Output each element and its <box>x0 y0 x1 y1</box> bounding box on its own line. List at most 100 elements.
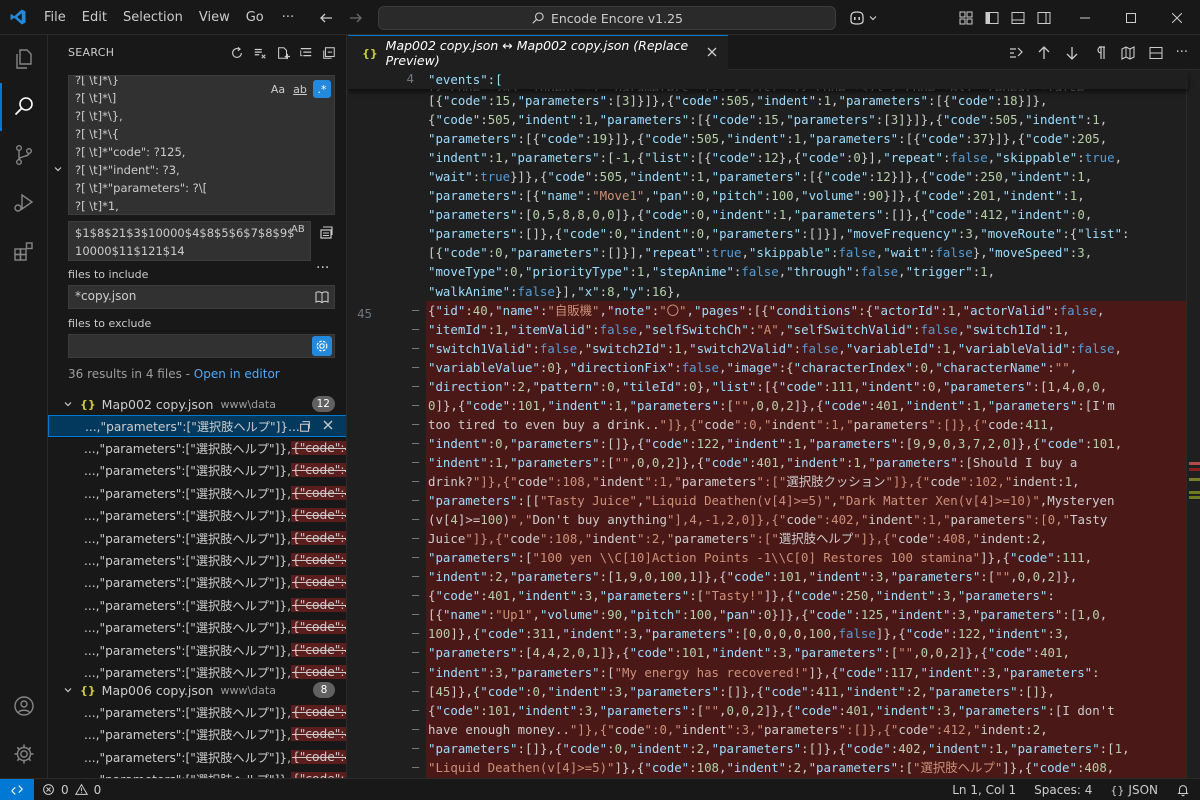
editor-tab[interactable]: {} Map002 copy.json ↔ Map002 copy.json (… <box>348 35 728 70</box>
regex-toggle[interactable]: .* <box>313 80 331 98</box>
match-row[interactable]: ...,"parameters":["選択肢ヘルプ"]},{"code":4..… <box>48 701 346 723</box>
removed-line-marker: — <box>412 302 420 317</box>
clear-results-icon[interactable] <box>253 46 267 60</box>
match-deleted-text: {"code":4... <box>290 530 346 545</box>
account-icon[interactable] <box>0 682 48 730</box>
menu-file[interactable]: File <box>36 0 74 35</box>
match-text: ...,"parameters":["選択肢ヘルプ"]}, <box>84 464 291 479</box>
maximize-button[interactable] <box>1108 0 1154 35</box>
match-row[interactable]: ...,"parameters":["選択肢ヘルプ"]},{"code":4..… <box>48 482 346 504</box>
match-row[interactable]: ...,"parameters":["選択肢ヘルプ"]},{"code":4..… <box>48 594 346 616</box>
open-file-map-icon[interactable] <box>1120 45 1136 61</box>
toggle-replace-chevron-icon[interactable] <box>52 163 64 175</box>
result-file-row[interactable]: {} Map002 copy.json www\data 12 <box>48 393 346 415</box>
command-center[interactable]: Encode Encore v1.25 <box>378 6 836 30</box>
match-text: ...,"parameters":["選択肢ヘルプ"]}, <box>84 598 291 613</box>
extensions-icon[interactable] <box>0 227 48 275</box>
chevron-down-icon[interactable] <box>868 13 878 23</box>
remote-indicator-icon[interactable] <box>0 778 34 800</box>
toggle-search-details-button[interactable]: ··· <box>316 260 329 276</box>
files-to-include-input[interactable]: *copy.json <box>68 285 335 309</box>
use-exclude-settings-icon[interactable] <box>312 336 332 356</box>
match-row[interactable]: ...,"parameters":["選択肢ヘルプ"]},{"code":4..… <box>48 549 346 571</box>
forward-arrow-icon[interactable] <box>348 10 364 26</box>
language-icon[interactable]: {} JSON <box>1110 783 1158 797</box>
show-whitespace-icon[interactable] <box>1092 45 1108 61</box>
match-row[interactable]: ...,"parameters":["選択肢ヘルプ"]},{"code":4..… <box>48 571 346 593</box>
search-icon[interactable] <box>0 83 48 131</box>
notifications-bell-icon[interactable] <box>1176 783 1190 797</box>
match-deleted-text: {"code":4... <box>290 553 346 567</box>
indentation-status[interactable]: Spaces: 4 <box>1034 783 1092 797</box>
diff-editor[interactable]: 4 "events":[ [{"code":205,"indent":1,"pa… <box>348 70 1200 778</box>
menu-edit[interactable]: Edit <box>74 0 115 35</box>
open-in-editor-link[interactable]: Open in editor <box>194 367 280 381</box>
inline-view-icon[interactable] <box>1008 45 1024 61</box>
minimize-button[interactable] <box>1062 0 1108 35</box>
match-row[interactable]: ...,"parameters":["選択肢ヘルプ"]},{"code":4..… <box>48 504 346 526</box>
replace-icon[interactable] <box>298 419 312 433</box>
previous-change-arrow-icon[interactable] <box>1036 45 1052 61</box>
match-row[interactable]: ...,"parameters":["選択肢ヘルプ"]},{"code":4..… <box>48 527 346 549</box>
match-text: ...,"parameters":["選択肢ヘルプ"]}, <box>84 486 291 501</box>
source-control-icon[interactable] <box>0 131 48 179</box>
result-file-row[interactable]: {} Map006 copy.json www\data 8 <box>48 679 346 701</box>
replace-input[interactable]: $1$8$21$3$10000$4$8$5$6$7$8$9$ 10000$11$… <box>68 221 311 261</box>
match-text: ...,"parameters":["選択肢ヘルプ"]}, <box>84 531 291 546</box>
view-as-tree-icon[interactable] <box>299 46 313 60</box>
customize-layout-icon[interactable] <box>958 10 974 26</box>
refresh-icon[interactable] <box>230 46 244 60</box>
result-count-badge: 8 <box>313 682 335 698</box>
removed-code-line: [45]},{"code":0,"indent":3,"parameters":… <box>428 683 1055 699</box>
match-row[interactable]: ...,"parameters":["選択肢ヘルプ"]},{"code":4..… <box>48 459 346 481</box>
copilot-icon[interactable] <box>848 10 866 26</box>
match-text: ...,"parameters":["選択肢ヘルプ"]}, <box>84 442 291 456</box>
result-file-name: Map002 copy.json <box>101 396 214 412</box>
match-row[interactable]: ...,"parameters":["選択肢ヘルプ"]},{"code":4..… <box>48 746 346 768</box>
match-row[interactable]: ...,"parameters":["選択肢ヘルプ"]},{"code":4..… <box>48 768 346 778</box>
editor-overview-ruler[interactable] <box>1186 70 1200 778</box>
files-to-include-label: files to include <box>68 268 149 281</box>
removed-line-marker: — <box>412 359 420 374</box>
menu-go[interactable]: Go <box>238 0 272 35</box>
explorer-icon[interactable] <box>0 35 48 83</box>
toggle-primary-sidebar-icon[interactable] <box>984 10 1000 26</box>
files-to-exclude-input[interactable] <box>68 334 335 358</box>
match-row[interactable]: ...,"parameters":["選択肢ヘルプ"]},{"code":4..… <box>48 639 346 661</box>
match-row[interactable]: ...,"parameters":["選択肢ヘルプ"]},{"code":4..… <box>48 723 346 745</box>
toggle-secondary-sidebar-icon[interactable] <box>1036 10 1052 26</box>
match-whole-word-toggle[interactable]: ab <box>291 80 309 98</box>
match-row[interactable]: ...,"parameters":["選択肢ヘルプ"]},{"code":4..… <box>48 616 346 638</box>
preserve-case-toggle[interactable]: AB <box>291 224 305 235</box>
removed-line-marker: — <box>412 474 420 488</box>
dismiss-icon[interactable] <box>322 419 334 431</box>
sticky-scroll-line[interactable]: 4 "events":[ <box>348 70 1188 89</box>
next-change-arrow-icon[interactable] <box>1064 45 1080 61</box>
split-editor-icon[interactable] <box>1148 45 1164 61</box>
problems-status[interactable]: 0 0 <box>42 783 101 797</box>
replace-line: 10000$11$121$14 <box>75 244 185 258</box>
match-row[interactable]: ...,"parameters":["選択肢ヘルプ"]}... <box>48 415 346 437</box>
search-input[interactable]: ?[ \t]*\} ?[ \t]*\] ?[ \t]*\}, ?[ \t]*\{… <box>68 75 335 215</box>
more-actions-icon[interactable]: ··· <box>1176 45 1188 60</box>
settings-gear-icon[interactable] <box>0 730 48 778</box>
menu-more-button[interactable]: ··· <box>272 10 304 25</box>
run-debug-icon[interactable] <box>0 179 48 227</box>
match-row[interactable]: ...,"parameters":["選択肢ヘルプ"]},{"code":4..… <box>48 437 346 459</box>
collapse-all-icon[interactable] <box>322 46 336 60</box>
menu-selection[interactable]: Selection <box>115 0 191 35</box>
back-arrow-icon[interactable] <box>318 10 334 26</box>
replace-all-icon[interactable] <box>318 224 334 240</box>
menu-view[interactable]: View <box>191 0 238 35</box>
new-search-editor-icon[interactable] <box>276 46 290 60</box>
match-text: ...,"parameters":["選択肢ヘルプ"]}, <box>84 554 291 568</box>
cursor-position[interactable]: Ln 1, Col 1 <box>952 783 1016 797</box>
close-tab-icon[interactable] <box>706 46 718 58</box>
close-window-button[interactable] <box>1154 0 1200 35</box>
removed-code-line: too tired to even buy a drink.."]},{"cod… <box>428 416 1056 432</box>
search-only-open-editors-icon[interactable] <box>314 289 330 305</box>
match-deleted-text: {"code":4... <box>290 441 346 455</box>
match-case-toggle[interactable]: Aa <box>269 80 287 98</box>
toggle-panel-icon[interactable] <box>1010 10 1026 26</box>
removed-line-marker: — <box>412 626 420 641</box>
